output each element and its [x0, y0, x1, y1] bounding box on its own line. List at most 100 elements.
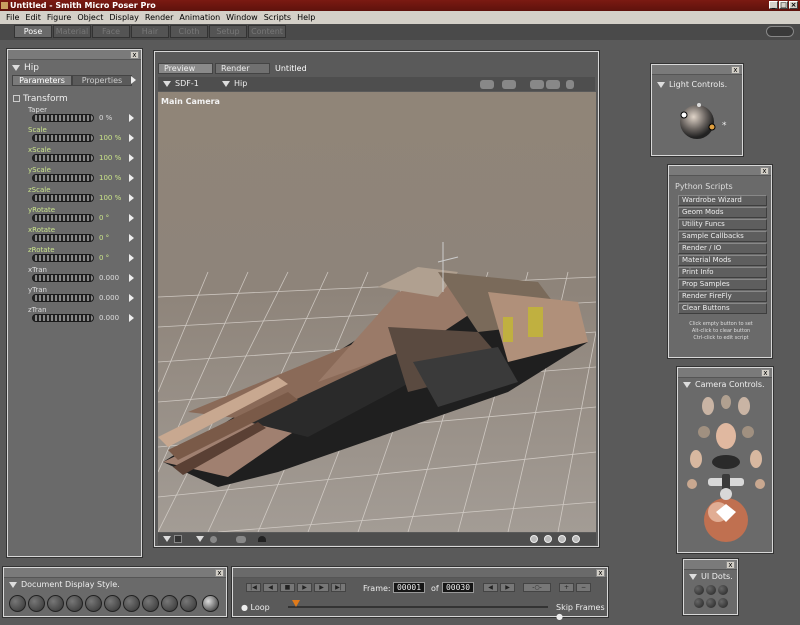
menu-animation[interactable]: Animation: [176, 13, 223, 22]
face-camera-icon[interactable]: [698, 423, 754, 449]
timeline-slider-track[interactable]: [288, 606, 548, 608]
hand-camera-icon[interactable]: [702, 395, 750, 415]
figure-select[interactable]: SDF-1: [163, 79, 199, 88]
app-icon[interactable]: [1, 2, 8, 9]
timeline-playhead[interactable]: [291, 600, 300, 607]
display-style-hidden-line-icon[interactable]: [66, 595, 83, 612]
tab-render[interactable]: Render: [215, 63, 270, 74]
view-slider-icon[interactable]: [566, 80, 574, 89]
dial-knob[interactable]: [32, 274, 94, 282]
close-icon[interactable]: x: [726, 561, 735, 569]
tracking-dot-1[interactable]: [530, 535, 538, 543]
hands-camera-icon[interactable]: [690, 450, 762, 469]
close-icon[interactable]: x: [760, 167, 769, 175]
remove-keyframe-icon[interactable]: −: [576, 583, 591, 592]
light-sphere-icon[interactable]: *: [652, 95, 742, 155]
go-to-end-icon[interactable]: ▶|: [331, 583, 346, 592]
move-view-icon[interactable]: [546, 80, 560, 89]
move-xz-icon[interactable]: [687, 474, 765, 490]
close-window-button[interactable]: ×: [789, 1, 798, 9]
stop-icon[interactable]: ■: [280, 583, 295, 592]
prev-keyframe-icon[interactable]: ◀: [483, 583, 498, 592]
menu-object[interactable]: Object: [74, 13, 106, 22]
ui-dot[interactable]: [694, 598, 704, 608]
room-tab-setup[interactable]: Setup: [209, 25, 247, 38]
dial-menu-arrow-icon[interactable]: [129, 234, 134, 242]
dial-menu-arrow-icon[interactable]: [129, 174, 134, 182]
loop-toggle[interactable]: ● Loop: [241, 603, 270, 612]
room-tab-pose[interactable]: Pose: [14, 25, 52, 38]
display-style-smooth-shaded-icon[interactable]: [180, 595, 197, 612]
tab-properties[interactable]: Properties: [72, 75, 132, 86]
dial-knob[interactable]: [32, 254, 94, 262]
menu-file[interactable]: File: [3, 13, 22, 22]
script-button-clear-buttons[interactable]: Clear Buttons: [678, 303, 767, 314]
close-icon[interactable]: x: [731, 66, 740, 74]
panel-header[interactable]: [233, 568, 607, 578]
room-tab-hair[interactable]: Hair: [131, 25, 169, 38]
menu-window[interactable]: Window: [223, 13, 261, 22]
dial-menu-arrow-icon[interactable]: [129, 314, 134, 322]
room-tab-material[interactable]: Material: [53, 25, 91, 38]
tab-parameters[interactable]: Parameters: [12, 75, 72, 86]
dial-menu-arrow-icon[interactable]: [129, 134, 134, 142]
panel-menu-arrow-icon[interactable]: [131, 76, 136, 84]
script-button-prop-samples[interactable]: Prop Samples: [678, 279, 767, 290]
dial-knob[interactable]: [32, 174, 94, 182]
dial-knob[interactable]: [32, 154, 94, 162]
minimize-button[interactable]: _: [769, 1, 778, 9]
script-button-sample-callbacks[interactable]: Sample Callbacks: [678, 231, 767, 242]
display-style-flat-lined-icon[interactable]: [123, 595, 140, 612]
camera-select-icon[interactable]: [480, 80, 494, 89]
ui-dot[interactable]: [694, 585, 704, 595]
dial-knob[interactable]: [32, 114, 94, 122]
dial-value[interactable]: 100 %: [99, 134, 121, 142]
menu-display[interactable]: Display: [106, 13, 142, 22]
display-style-texture-shaded-icon[interactable]: [202, 595, 219, 612]
dial-menu-arrow-icon[interactable]: [129, 154, 134, 162]
script-button-geom-mods[interactable]: Geom Mods: [678, 207, 767, 218]
dial-value[interactable]: 100 %: [99, 174, 121, 182]
skip-frames-toggle[interactable]: Skip Frames ●: [556, 603, 607, 621]
script-button-utility-funcs[interactable]: Utility Funcs: [678, 219, 767, 230]
add-keyframe-icon[interactable]: +: [559, 583, 574, 592]
dial-menu-arrow-icon[interactable]: [129, 194, 134, 202]
menu-figure[interactable]: Figure: [44, 13, 74, 22]
display-style-cartoon-line-icon[interactable]: [161, 595, 178, 612]
next-keyframe-icon[interactable]: ▶: [500, 583, 515, 592]
ground-shadow-icon[interactable]: [236, 536, 246, 543]
ui-dot[interactable]: [706, 598, 716, 608]
dial-value[interactable]: 0.000: [99, 314, 119, 322]
display-style-cartoon-icon[interactable]: [142, 595, 159, 612]
style-menu-triangle-icon[interactable]: [196, 536, 204, 542]
parameter-group[interactable]: Transform: [13, 94, 68, 104]
close-icon[interactable]: x: [596, 569, 605, 577]
background-color-icon[interactable]: [174, 535, 182, 543]
dial-value[interactable]: 0 °: [99, 214, 109, 222]
panel-header[interactable]: [8, 50, 141, 60]
dial-value[interactable]: 0 °: [99, 254, 109, 262]
actor-select[interactable]: Hip: [222, 79, 247, 88]
menu-edit[interactable]: Edit: [22, 13, 44, 22]
close-icon[interactable]: x: [761, 369, 770, 377]
dial-knob[interactable]: [32, 234, 94, 242]
trackball-icon[interactable]: [704, 488, 748, 542]
tracking-dot-2[interactable]: [544, 535, 552, 543]
tab-preview[interactable]: Preview: [158, 63, 213, 74]
menu-render[interactable]: Render: [142, 13, 176, 22]
script-button-print-info[interactable]: Print Info: [678, 267, 767, 278]
script-button-render-io[interactable]: Render / IO: [678, 243, 767, 254]
camera-label[interactable]: Main Camera: [161, 97, 220, 106]
display-menu-triangle-icon[interactable]: [163, 536, 171, 542]
current-frame-field[interactable]: 00001: [393, 582, 425, 593]
dial-knob[interactable]: [32, 134, 94, 142]
display-style-outline-icon[interactable]: [28, 595, 45, 612]
room-tab-cloth[interactable]: Cloth: [170, 25, 208, 38]
dial-menu-arrow-icon[interactable]: [129, 254, 134, 262]
script-button-render-firefly[interactable]: Render FireFly: [678, 291, 767, 302]
dial-menu-arrow-icon[interactable]: [129, 114, 134, 122]
dial-value[interactable]: 0 °: [99, 234, 109, 242]
dial-value[interactable]: 0 %: [99, 114, 112, 122]
dial-value[interactable]: 100 %: [99, 194, 121, 202]
tracking-dot-3[interactable]: [558, 535, 566, 543]
